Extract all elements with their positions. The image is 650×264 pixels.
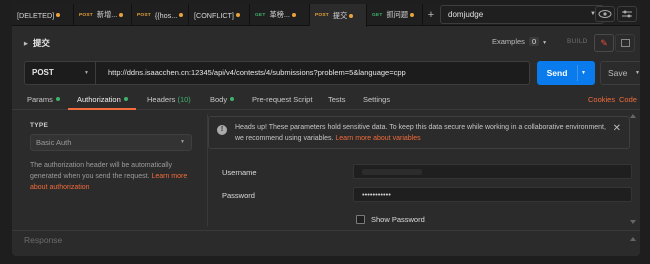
tab-params-label: Params (27, 95, 53, 104)
documentation-icon[interactable] (615, 34, 635, 52)
environment-select[interactable]: domjudge ▼ (440, 5, 604, 24)
tab-post-new[interactable]: POST 新增... (74, 4, 132, 26)
method-value: POST (32, 68, 54, 77)
unsaved-dot-icon (291, 13, 296, 17)
active-tab-underline (68, 108, 136, 110)
auth-type-panel: TYPE Basic Auth ▼ The authorization head… (24, 114, 207, 226)
scroll-up-arrow-icon[interactable] (630, 114, 636, 118)
request-header: ▶ 提交 Examples 0 ▼ BUILD ✎ (12, 26, 640, 59)
tab-params[interactable]: Params (27, 95, 60, 104)
notice-text: Heads up! These parameters hold sensitiv… (235, 122, 607, 144)
response-label: Response (24, 235, 63, 245)
url-input[interactable]: http://ddns.isaacchen.cn:12345/api/v4/co… (96, 61, 530, 85)
tab-body[interactable]: Body (210, 95, 235, 104)
cookies-link[interactable]: Cookies (588, 95, 615, 104)
tab-label: 新增... (96, 10, 118, 19)
password-label: Password (222, 191, 255, 200)
environment-value: domjudge (448, 10, 484, 19)
tab-body-label: Body (210, 95, 228, 104)
response-pane[interactable]: Response (12, 230, 640, 248)
headers-count: (10) (177, 95, 191, 104)
tab-post-submit[interactable]: POST 提交 (310, 4, 367, 27)
method-badge: GET (372, 12, 383, 18)
tab-label: {{hos... (154, 10, 178, 20)
unsaved-dot-icon (119, 13, 124, 17)
tab-tests[interactable]: Tests (328, 95, 346, 104)
tab-post-host[interactable]: POST {{hos... (132, 4, 189, 26)
new-tab-plus-icon[interactable]: + (424, 8, 438, 22)
auth-type-select[interactable]: Basic Auth ▼ (30, 134, 192, 151)
chevron-down-icon: ▼ (180, 139, 185, 145)
show-password-label: Show Password (371, 215, 425, 224)
send-button[interactable]: Send ▼ (537, 61, 595, 85)
username-input[interactable] (353, 164, 632, 179)
method-select[interactable]: POST ▼ (24, 61, 96, 85)
collapse-triangle-icon[interactable]: ▶ (24, 41, 28, 47)
tab-settings[interactable]: Settings (363, 95, 390, 104)
sensitive-data-notice: ! Heads up! These parameters hold sensit… (208, 116, 630, 149)
has-content-dot-icon (123, 97, 128, 101)
environment-quick-look-eye-icon[interactable] (595, 6, 615, 22)
close-icon[interactable]: ✕ (613, 123, 621, 134)
unsaved-dot-icon (349, 13, 354, 18)
auth-type-value: Basic Auth (36, 138, 72, 147)
tab-deleted[interactable]: [DELETED] (12, 4, 74, 26)
send-divider (577, 65, 578, 81)
tab-label: 抓问题 (386, 10, 409, 19)
unsaved-dot-icon (179, 13, 184, 17)
method-badge: GET (255, 12, 266, 18)
auth-type-label: TYPE (30, 122, 49, 129)
postman-window: [DELETED] POST 新增... POST {{hos... [CONF… (12, 4, 640, 256)
unsaved-dot-icon (56, 13, 61, 17)
tab-headers[interactable]: Headers (10) (147, 95, 191, 104)
tab-label: 提交 (332, 10, 348, 20)
chevron-down-icon: ▼ (84, 70, 89, 76)
tab-label: 革榜... (269, 10, 290, 19)
request-name-text: 提交 (32, 38, 50, 48)
username-label: Username (222, 168, 257, 177)
tab-get-rank[interactable]: GET 革榜... (250, 4, 310, 26)
save-button[interactable]: Save ▼ (600, 61, 640, 85)
url-bar: POST ▼ http://ddns.isaacchen.cn:12345/ap… (24, 61, 640, 85)
unsaved-dot-icon (410, 13, 415, 17)
request-tab-strip: [DELETED] POST 新增... POST {{hos... [CONF… (12, 4, 640, 27)
manage-environments-sliders-icon[interactable] (617, 6, 637, 22)
tab-pre-request-script[interactable]: Pre-request Script (252, 95, 312, 104)
has-content-dot-icon (230, 97, 235, 101)
info-icon: ! (217, 125, 227, 135)
chevron-down-icon: ▼ (542, 40, 548, 46)
build-mode-button[interactable]: BUILD (567, 38, 588, 45)
show-password-checkbox[interactable] (356, 215, 365, 224)
tab-headers-label: Headers (147, 95, 176, 104)
examples-label: Examples (492, 37, 525, 46)
tab-authorization[interactable]: Authorization (77, 95, 128, 104)
method-badge: POST (315, 13, 329, 18)
method-badge: POST (137, 12, 151, 18)
tab-label: [CONFLICT] (194, 10, 234, 20)
examples-count: 0 (528, 37, 540, 46)
code-link[interactable]: Code (619, 95, 637, 104)
save-label: Save (608, 68, 628, 78)
auth-description: The authorization header will be automat… (30, 160, 198, 193)
tab-conflict[interactable]: [CONFLICT] (189, 4, 250, 26)
edit-pencil-icon[interactable]: ✎ (594, 34, 614, 52)
learn-more-variables-link[interactable]: Learn more about variables (335, 135, 420, 142)
method-badge: POST (79, 12, 93, 18)
send-label: Send (546, 68, 568, 78)
tab-label: [DELETED] (17, 10, 55, 20)
expand-response-triangle-icon[interactable] (630, 237, 636, 241)
has-content-dot-icon (55, 97, 60, 101)
scroll-down-arrow-icon[interactable] (630, 220, 636, 224)
chevron-down-icon: ▼ (635, 70, 640, 76)
request-section-tabs: Params Authorization Headers (10) Body P… (12, 90, 640, 110)
tab-get-problems[interactable]: GET 抓问题 (367, 4, 423, 26)
password-input[interactable]: ••••••••••• (353, 187, 632, 202)
tab-authorization-label: Authorization (77, 95, 121, 104)
examples-dropdown[interactable]: Examples 0 ▼ (492, 37, 547, 46)
unsaved-dot-icon (235, 13, 240, 17)
send-options-chevron-icon[interactable]: ▼ (581, 61, 586, 85)
request-name[interactable]: ▶ 提交 (24, 37, 50, 49)
redacted-username (362, 169, 422, 175)
